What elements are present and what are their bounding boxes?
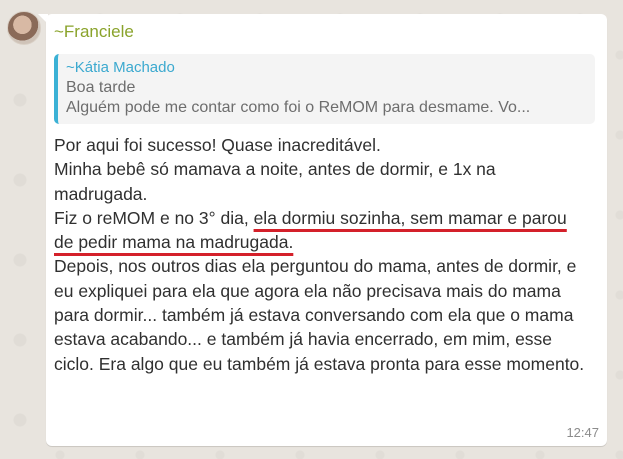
message-paragraph-3: Fiz o reMOM e no 3° dia, ela dormiu sozi… (54, 206, 589, 255)
message-paragraph-1: Por aqui foi sucesso! Quase inacreditáve… (54, 135, 381, 155)
quoted-message[interactable]: ~Kátia Machado Boa tarde Alguém pode me … (54, 54, 595, 124)
message-paragraph-4: Depois, nos outros dias ela perguntou do… (54, 256, 585, 374)
message-bubble[interactable]: ~Franciele ~Kátia Machado Boa tarde Algu… (46, 14, 607, 446)
quoted-text-line-2: Alguém pode me contar como foi o ReMOM p… (66, 99, 531, 116)
message-timestamp: 12:47 (566, 425, 599, 440)
message-paragraph-2: Minha bebê só mamava a noite, antes de d… (54, 159, 496, 204)
quoted-text-line-1: Boa tarde (66, 79, 136, 96)
sender-name[interactable]: ~Franciele (54, 22, 134, 42)
message-paragraph-3-plain: Fiz o reMOM e no 3° dia, (54, 207, 254, 228)
message-text: Por aqui foi sucesso! Quase inacreditáve… (54, 133, 589, 376)
quoted-author: ~Kátia Machado (66, 59, 175, 76)
avatar[interactable] (7, 11, 41, 45)
